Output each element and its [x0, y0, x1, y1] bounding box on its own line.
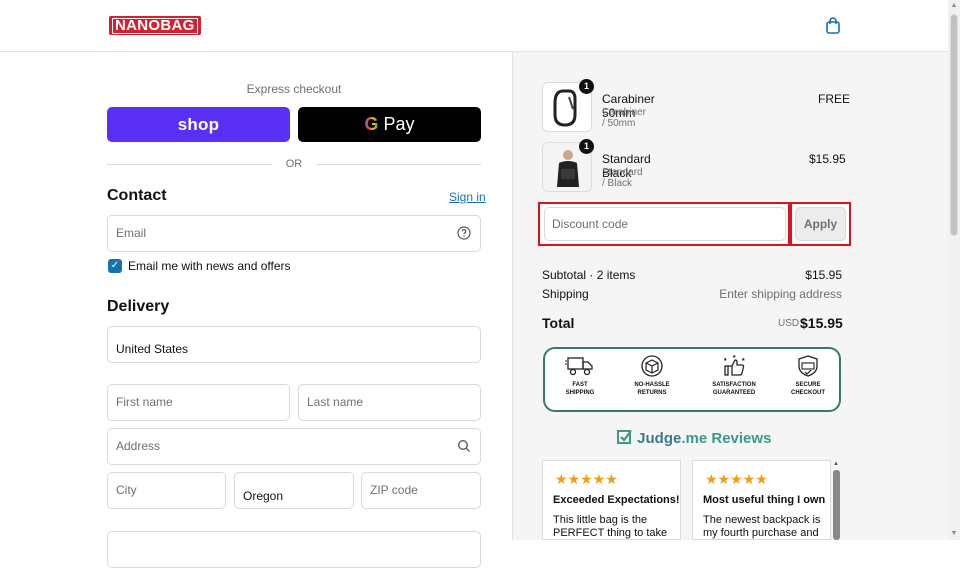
item-price: FREE: [818, 92, 851, 106]
svg-text:★: ★: [741, 357, 746, 363]
subtotal-row: Subtotal · 2 items $15.95: [542, 268, 842, 282]
scroll-down-arrow[interactable]: ▼: [950, 530, 958, 538]
express-checkout-label: Express checkout: [246, 82, 342, 96]
apply-highlight: Apply: [790, 202, 851, 246]
nanobag-logo[interactable]: NANOBAG: [109, 16, 201, 35]
apply-button[interactable]: Apply: [795, 207, 846, 241]
trust-label: SECURE CHECKOUT: [791, 382, 825, 396]
next-field[interactable]: [107, 531, 481, 568]
trust-label: SATISFACTION GUARANTEED: [712, 382, 756, 396]
shipping-value: Enter shipping address: [719, 287, 842, 301]
judgeme-check-icon: [617, 430, 632, 444]
zip-field[interactable]: ZIP code: [361, 472, 481, 509]
last-name-field[interactable]: Last name: [298, 384, 481, 421]
subtotal-value: $15.95: [805, 268, 842, 282]
gpay-label: Pay: [378, 114, 415, 134]
state-select[interactable]: Oregon: [234, 472, 354, 509]
newsletter-label: Email me with news and offers: [128, 259, 291, 273]
google-pay-button[interactable]: G Pay: [298, 107, 481, 142]
scroll-up-arrow[interactable]: ▲: [950, 2, 958, 10]
trust-badge-secure: SECURE CHECKOUT: [771, 355, 845, 397]
email-field[interactable]: Email: [107, 215, 481, 252]
review-text: This little bag is the PERFECT thing to …: [553, 514, 668, 539]
checkout-form-panel: Express checkout shop G Pay OR Contact S…: [0, 52, 512, 568]
judgeme-brand: Judge: [637, 430, 682, 447]
svg-text:★: ★: [723, 357, 728, 363]
shield-check-icon: [798, 355, 818, 377]
page-scrollbar[interactable]: ▲ ▼: [948, 0, 960, 540]
country-select[interactable]: United States: [107, 326, 481, 363]
thumbs-up-icon: ★ ★ ★: [723, 355, 746, 376]
trust-label: NO-HASSLE RETURNS: [634, 382, 670, 396]
shopping-bag-icon[interactable]: [824, 17, 842, 35]
quantity-badge: 1: [579, 79, 594, 94]
google-g-icon: G: [364, 114, 379, 134]
review-text: The newest backpack is my fourth purchas…: [703, 514, 821, 539]
help-circle-icon[interactable]: [457, 226, 471, 240]
scrollbar-thumb[interactable]: [950, 14, 958, 236]
item-variant: Carabiner / 50mm: [602, 107, 646, 129]
shipping-label: Shipping: [542, 287, 589, 301]
first-name-field[interactable]: First name: [107, 384, 290, 421]
svg-text:★: ★: [732, 355, 737, 360]
quantity-badge: 1: [579, 139, 594, 154]
address-field[interactable]: Address: [107, 428, 481, 465]
sign-in-link[interactable]: Sign in: [449, 190, 486, 204]
review-title: Exceeded Expectations!: [553, 494, 680, 506]
trust-label: FAST SHIPPING: [565, 382, 595, 396]
trust-badge-shipping: FAST SHIPPING: [543, 355, 617, 397]
judgeme-heading: Judge.me Reviews: [617, 429, 771, 447]
reviews-scroll-up-arrow[interactable]: ▲: [833, 461, 839, 467]
truck-icon: [565, 357, 593, 376]
city-field[interactable]: City: [107, 472, 226, 509]
site-header: NANOBAG: [0, 0, 948, 52]
delivery-heading: Delivery: [107, 298, 170, 315]
discount-code-highlight: Discount code: [538, 202, 790, 246]
total-currency: USD: [778, 318, 800, 329]
email-placeholder: Email: [116, 226, 147, 240]
review-card[interactable]: ★★★★★ Most useful thing I own The newest…: [692, 460, 831, 540]
trust-badges: FAST SHIPPING NO-HASSLE RETURNS ★ ★ ★ SATI…: [543, 347, 841, 412]
subtotal-label: Subtotal · 2 items: [542, 268, 636, 282]
discount-code-input[interactable]: Discount code: [544, 207, 786, 241]
review-card[interactable]: ★★★★★ Exceeded Expectations! This little…: [542, 460, 681, 540]
reviews-scrollbar[interactable]: [833, 470, 840, 540]
total-label: Total: [542, 315, 575, 331]
review-stars: ★★★★★: [705, 471, 768, 487]
newsletter-checkbox[interactable]: ✓: [108, 259, 122, 273]
search-icon: [458, 440, 470, 452]
item-variant: Standard / Black: [602, 167, 643, 189]
item-price: $15.95: [809, 152, 846, 166]
shipping-row: Shipping Enter shipping address: [542, 287, 842, 301]
total-value: $15.95: [800, 315, 843, 331]
or-divider: OR: [107, 156, 481, 172]
return-box-icon: [641, 355, 663, 377]
review-title: Most useful thing I own: [703, 494, 826, 506]
review-stars: ★★★★★: [555, 471, 618, 487]
contact-heading: Contact: [107, 187, 167, 204]
trust-badge-satisfaction: ★ ★ ★ SATISFACTION GUARANTEED: [697, 355, 771, 397]
trust-badge-returns: NO-HASSLE RETURNS: [615, 355, 689, 397]
judgeme-suffix: .me Reviews: [681, 430, 772, 447]
address-placeholder: Address: [116, 439, 161, 453]
or-label: OR: [285, 158, 303, 170]
shop-pay-button[interactable]: shop: [107, 107, 290, 142]
